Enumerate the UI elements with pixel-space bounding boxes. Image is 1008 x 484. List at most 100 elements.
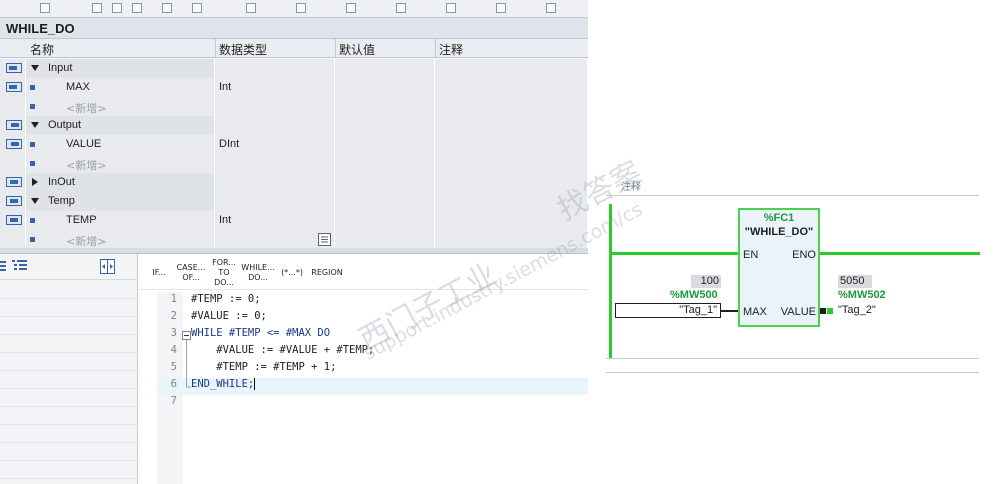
var-name[interactable]: MAX [66,81,90,93]
toolbar-icon[interactable] [296,3,306,13]
left-panel-toolbar [0,254,138,280]
input-monitor-value: 100 [691,275,721,288]
section-label: Input [48,62,73,74]
fc-block[interactable]: %FC1 "WHILE_DO" EN ENO MAX VALUE [738,208,820,327]
interface-section-inout[interactable]: InOut [0,173,588,192]
code-line[interactable]: 1 #TEMP := 0; [157,293,588,310]
var-bullet-icon [30,142,35,147]
toolbar-icon[interactable] [446,3,456,13]
output-operand-tag[interactable]: "Tag_2" [838,304,876,316]
code-line[interactable]: 5 #TEMP := #TEMP + 1; [157,361,588,378]
interface-row[interactable]: Int TEMP [0,211,588,230]
power-rail [609,204,612,358]
value-connector [820,308,826,314]
interface-pin-icon [6,177,22,187]
input-operand-tag[interactable]: "Tag_1" [615,303,721,318]
column-header-default[interactable]: 默认值 [339,41,375,58]
var-name[interactable]: VALUE [66,138,101,150]
interface-header: 名称 数据类型 默认值 注释 [0,39,588,58]
var-bullet-icon [30,237,35,242]
keyword-region-button[interactable]: REGION [309,260,345,286]
interface-pin-icon [6,215,22,225]
data-type-picker-icon[interactable] [318,233,331,246]
collapse-toggle-icon[interactable] [32,178,38,186]
toolbar-icon[interactable] [546,3,556,13]
toolbar-icon[interactable] [396,3,406,13]
column-header-comment[interactable]: 注释 [439,41,463,58]
max-wire [721,310,738,312]
output-monitor-value: 5050 [838,275,872,288]
var-bullet-icon [30,161,35,166]
interface-row[interactable]: DInt VALUE [0,135,588,154]
interface-section-temp[interactable]: Temp [0,192,588,211]
toolbar-icon[interactable] [112,3,122,13]
add-new-placeholder[interactable]: <新增> [66,100,106,116]
toolbar-icon[interactable] [132,3,142,13]
network-divider [606,358,979,359]
toolbar-icon[interactable] [40,3,50,13]
interface-pin-icon [6,82,22,92]
expand-toggle-icon[interactable] [31,65,39,71]
toolbar-icon[interactable] [246,3,256,13]
fc-call-diagram: 注释 %FC1 "WHILE_DO" EN ENO MAX VALUE 100 … [606,170,998,380]
eno-wire [820,252,980,255]
keyword-for-button[interactable]: FOR... TO DO... [208,258,240,287]
input-address: %MW500 [670,289,718,301]
toolbar-icon[interactable] [496,3,506,13]
column-header-name[interactable]: 名称 [30,41,54,58]
add-new-placeholder[interactable]: <新增> [66,233,106,248]
keyword-case-button[interactable]: CASE... OF... [175,260,207,286]
left-panel [0,254,138,484]
editor-toolbar [0,0,588,18]
var-type[interactable]: DInt [219,138,239,150]
pin-eno: ENO [792,249,816,261]
pin-en: EN [743,249,759,261]
indent-list-icon[interactable] [12,259,28,272]
block-name: "WHILE_DO" [744,226,814,238]
interface-pin-icon [6,120,22,130]
split-view-icon[interactable] [100,259,115,274]
toolbar-icon[interactable] [192,3,202,13]
section-label: InOut [48,176,75,188]
code-line-current[interactable]: 6 END_WHILE; [157,378,588,395]
interface-pin-icon [6,139,22,149]
var-name[interactable]: TEMP [66,214,97,226]
text-cursor [254,378,256,390]
toolbar-icon[interactable] [162,3,172,13]
var-bullet-icon [30,104,35,109]
section-label: Output [48,119,82,131]
column-header-type[interactable]: 数据类型 [219,41,267,58]
code-line[interactable]: 2 #VALUE := 0; [157,310,588,327]
interface-row-add[interactable]: <新增> [0,97,588,116]
add-new-placeholder[interactable]: <新增> [66,157,106,173]
output-address: %MW502 [838,289,886,301]
var-type[interactable]: Int [219,81,231,93]
interface-section-input[interactable]: Input [0,59,588,78]
interface-row-add[interactable]: <新增> [0,230,588,248]
keyword-while-button[interactable]: WHILE... DO... [241,260,274,286]
list-view-icon[interactable] [0,260,8,272]
keyword-if-button[interactable]: IF... [143,260,175,286]
pin-value: VALUE [780,306,816,318]
toolbar-icon[interactable] [346,3,356,13]
interface-row[interactable]: Int MAX [0,78,588,97]
interface-row-add[interactable]: <新增> [0,154,588,173]
section-label: Temp [48,195,75,207]
toolbar-icon[interactable] [92,3,102,13]
block-address: %FC1 [763,212,795,224]
fold-toggle-icon[interactable] [182,331,191,393]
code-line[interactable]: 4 #VALUE := #VALUE + #TEMP; [157,344,588,361]
interface-table: 名称 数据类型 默认值 注释 Input Int MAX <新增> Output [0,39,588,248]
network-divider [606,195,979,196]
expand-toggle-icon[interactable] [31,198,39,204]
interface-pin-icon [6,63,22,73]
var-bullet-icon [30,85,35,90]
var-bullet-icon [30,218,35,223]
code-line[interactable]: 3 WHILE #TEMP <= #MAX DO [157,327,588,344]
code-line[interactable]: 7 [157,395,588,412]
scl-keyword-toolbar: IF... CASE... OF... FOR... TO DO... WHIL… [139,254,588,290]
expand-toggle-icon[interactable] [31,122,39,128]
interface-section-output[interactable]: Output [0,116,588,135]
var-type[interactable]: Int [219,214,231,226]
keyword-comment-button[interactable]: (*...*) [276,260,308,286]
